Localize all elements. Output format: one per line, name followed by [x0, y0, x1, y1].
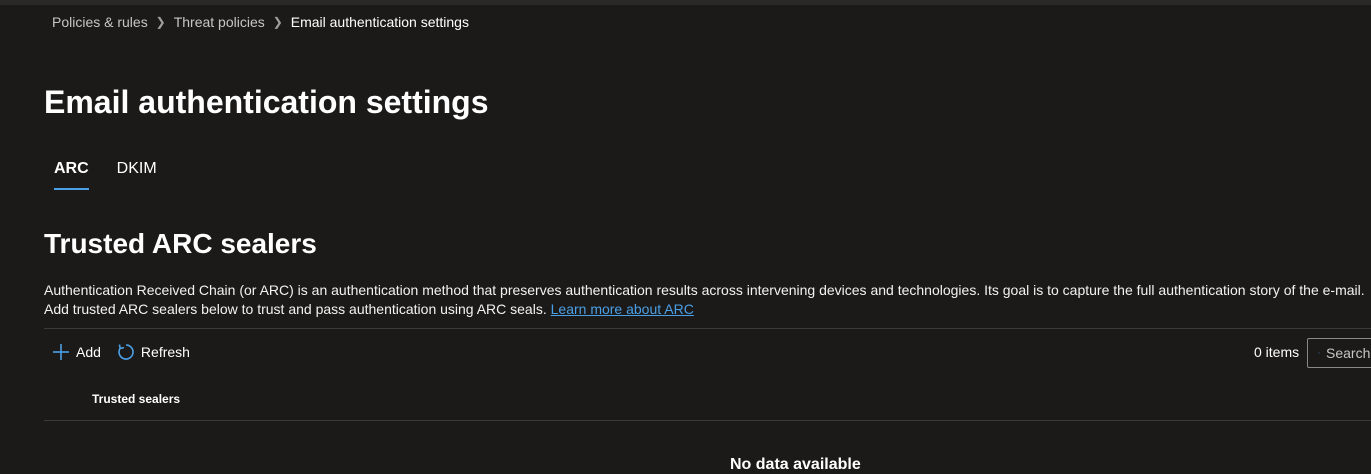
divider	[44, 328, 1371, 329]
add-button-label: Add	[76, 344, 101, 360]
top-bar	[0, 0, 1371, 5]
chevron-right-icon: ❯	[272, 15, 283, 29]
refresh-button-label: Refresh	[140, 344, 190, 360]
breadcrumb-item-policies-rules[interactable]: Policies & rules	[52, 14, 148, 30]
section-description: Authentication Received Chain (or ARC) i…	[44, 281, 1371, 319]
tab-list: ARC DKIM	[44, 158, 175, 190]
page-title: Email authentication settings	[44, 84, 489, 120]
empty-state-message: No data available	[730, 456, 861, 473]
plus-icon	[53, 344, 69, 360]
tab-dkim[interactable]: DKIM	[107, 158, 167, 190]
search-input[interactable]	[1320, 345, 1371, 361]
description-line-1: Authentication Received Chain (or ARC) i…	[44, 282, 1365, 298]
breadcrumb: Policies & rules ❯ Threat policies ❯ Ema…	[52, 14, 469, 30]
add-button[interactable]: Add	[44, 337, 109, 367]
command-bar: Add Refresh	[44, 337, 198, 367]
section-title: Trusted ARC sealers	[44, 228, 317, 259]
refresh-button[interactable]: Refresh	[109, 337, 198, 367]
breadcrumb-item-threat-policies[interactable]: Threat policies	[174, 14, 265, 30]
table-header-divider	[44, 420, 1371, 421]
breadcrumb-item-current: Email authentication settings	[290, 14, 469, 30]
description-line-2: Add trusted ARC sealers below to trust a…	[44, 300, 1371, 319]
refresh-icon	[118, 344, 134, 360]
column-header-trusted-sealers[interactable]: Trusted sealers	[92, 392, 180, 406]
search-box[interactable]	[1307, 338, 1371, 368]
tab-arc[interactable]: ARC	[44, 158, 99, 190]
description-line-2-text: Add trusted ARC sealers below to trust a…	[44, 301, 547, 317]
items-count: 0 items	[1254, 344, 1300, 360]
learn-more-link[interactable]: Learn more about ARC	[551, 301, 694, 317]
chevron-right-icon: ❯	[155, 15, 166, 29]
